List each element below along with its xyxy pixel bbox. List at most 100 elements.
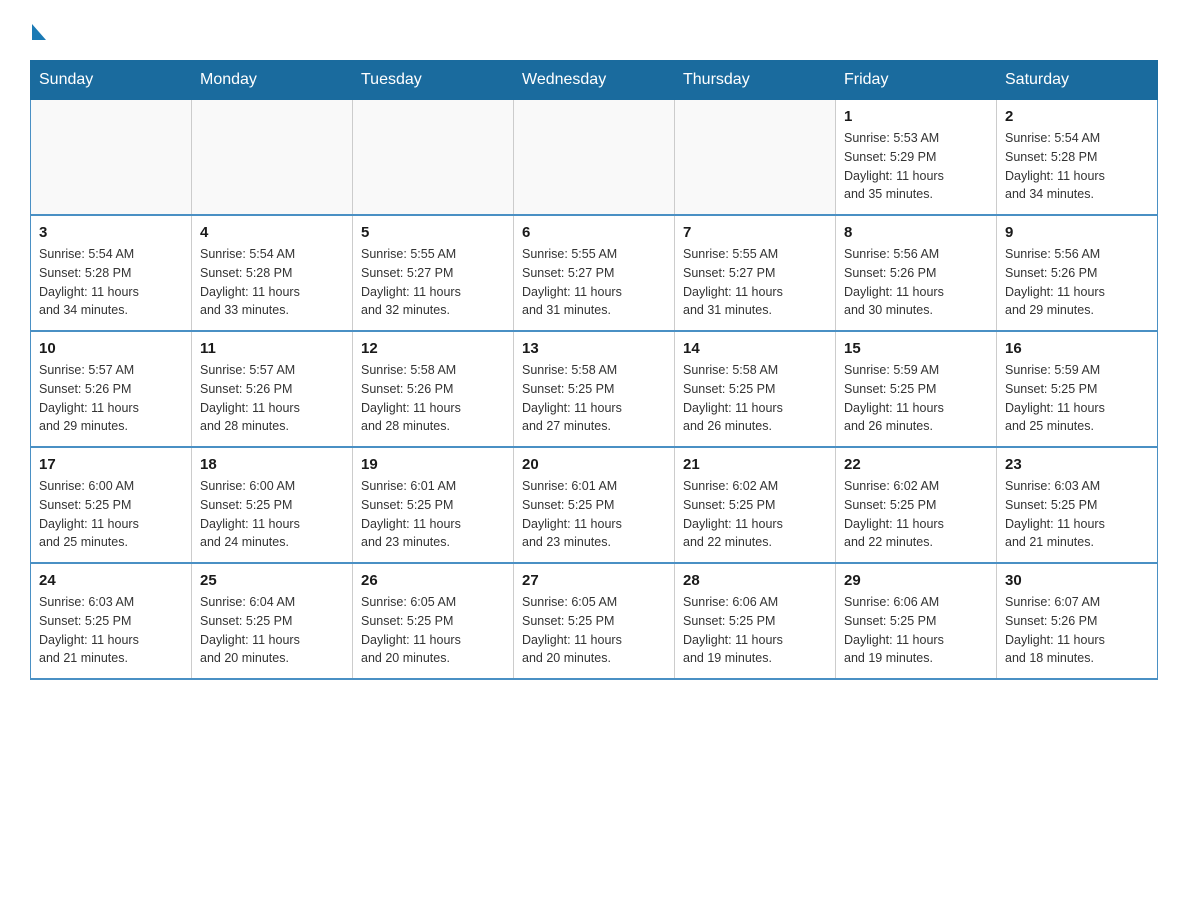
weekday-header-saturday: Saturday — [997, 61, 1158, 100]
day-cell: 7 Sunrise: 5:55 AM Sunset: 5:27 PM Daylig… — [675, 215, 836, 331]
day-number: 22 — [844, 456, 988, 473]
week-row-5: 24 Sunrise: 6:03 AM Sunset: 5:25 PM Dayli… — [31, 563, 1158, 679]
day-number: 17 — [39, 456, 183, 473]
day-cell: 23Sunrise: 6:03 AM Sunset: 5:25 PM Dayli… — [997, 447, 1158, 563]
day-cell: 27Sunrise: 6:05 AM Sunset: 5:25 PM Dayli… — [514, 563, 675, 679]
day-cell: 8 Sunrise: 5:56 AM Sunset: 5:26 PM Daylig… — [836, 215, 997, 331]
day-number: 6 — [522, 224, 666, 241]
day-number: 7 — [683, 224, 827, 241]
day-number: 11 — [200, 340, 344, 357]
day-info: Sunrise: 6:02 AM Sunset: 5:25 PM Dayligh… — [844, 477, 988, 552]
day-number: 30 — [1005, 572, 1149, 589]
day-cell: 11 Sunrise: 5:57 AM Sunset: 5:26 PM Dayli… — [192, 331, 353, 447]
day-number: 10 — [39, 340, 183, 357]
day-info: Sunrise: 5:58 AM Sunset: 5:25 PM Dayligh… — [683, 361, 827, 436]
day-info: Sunrise: 6:07 AM Sunset: 5:26 PM Dayligh… — [1005, 593, 1149, 668]
day-info: Sunrise: 6:03 AM Sunset: 5:25 PM Dayligh… — [1005, 477, 1149, 552]
day-info: Sunrise: 6:01 AM Sunset: 5:25 PM Dayligh… — [361, 477, 505, 552]
weekday-header-friday: Friday — [836, 61, 997, 100]
calendar-table: SundayMondayTuesdayWednesdayThursdayFrid… — [30, 60, 1158, 680]
day-info: Sunrise: 5:54 AM Sunset: 5:28 PM Dayligh… — [1005, 129, 1149, 204]
week-row-1: 1 Sunrise: 5:53 AM Sunset: 5:29 PM Daylig… — [31, 100, 1158, 216]
day-number: 1 — [844, 108, 988, 125]
day-cell: 29 Sunrise: 6:06 AM Sunset: 5:25 PM Dayli… — [836, 563, 997, 679]
day-cell: 18 Sunrise: 6:00 AM Sunset: 5:25 PM Dayli… — [192, 447, 353, 563]
day-info: Sunrise: 5:56 AM Sunset: 5:26 PM Dayligh… — [1005, 245, 1149, 320]
day-cell: 28 Sunrise: 6:06 AM Sunset: 5:25 PM Dayli… — [675, 563, 836, 679]
day-info: Sunrise: 5:56 AM Sunset: 5:26 PM Dayligh… — [844, 245, 988, 320]
day-info: Sunrise: 6:06 AM Sunset: 5:25 PM Dayligh… — [844, 593, 988, 668]
weekday-header-monday: Monday — [192, 61, 353, 100]
day-info: Sunrise: 6:03 AM Sunset: 5:25 PM Dayligh… — [39, 593, 183, 668]
day-number: 28 — [683, 572, 827, 589]
day-cell: 25 Sunrise: 6:04 AM Sunset: 5:25 PM Dayli… — [192, 563, 353, 679]
week-row-4: 17 Sunrise: 6:00 AM Sunset: 5:25 PM Dayli… — [31, 447, 1158, 563]
day-info: Sunrise: 5:54 AM Sunset: 5:28 PM Dayligh… — [200, 245, 344, 320]
day-cell: 1 Sunrise: 5:53 AM Sunset: 5:29 PM Daylig… — [836, 100, 997, 216]
day-cell: 4 Sunrise: 5:54 AM Sunset: 5:28 PM Daylig… — [192, 215, 353, 331]
day-number: 9 — [1005, 224, 1149, 241]
day-cell: 10 Sunrise: 5:57 AM Sunset: 5:26 PM Dayli… — [31, 331, 192, 447]
day-cell: 2 Sunrise: 5:54 AM Sunset: 5:28 PM Daylig… — [997, 100, 1158, 216]
header — [30, 20, 1158, 40]
day-number: 21 — [683, 456, 827, 473]
day-cell: 21 Sunrise: 6:02 AM Sunset: 5:25 PM Dayli… — [675, 447, 836, 563]
day-number: 15 — [844, 340, 988, 357]
day-info: Sunrise: 6:06 AM Sunset: 5:25 PM Dayligh… — [683, 593, 827, 668]
day-info: Sunrise: 6:05 AM Sunset: 5:25 PM Dayligh… — [522, 593, 666, 668]
day-number: 29 — [844, 572, 988, 589]
logo — [30, 20, 46, 40]
day-cell: 6 Sunrise: 5:55 AM Sunset: 5:27 PM Daylig… — [514, 215, 675, 331]
day-info: Sunrise: 5:57 AM Sunset: 5:26 PM Dayligh… — [39, 361, 183, 436]
day-number: 19 — [361, 456, 505, 473]
day-cell — [675, 100, 836, 216]
day-number: 16 — [1005, 340, 1149, 357]
day-info: Sunrise: 6:05 AM Sunset: 5:25 PM Dayligh… — [361, 593, 505, 668]
day-info: Sunrise: 6:01 AM Sunset: 5:25 PM Dayligh… — [522, 477, 666, 552]
day-info: Sunrise: 5:58 AM Sunset: 5:25 PM Dayligh… — [522, 361, 666, 436]
day-number: 4 — [200, 224, 344, 241]
week-row-2: 3 Sunrise: 5:54 AM Sunset: 5:28 PM Daylig… — [31, 215, 1158, 331]
day-number: 25 — [200, 572, 344, 589]
day-number: 5 — [361, 224, 505, 241]
day-cell: 24 Sunrise: 6:03 AM Sunset: 5:25 PM Dayli… — [31, 563, 192, 679]
day-info: Sunrise: 5:55 AM Sunset: 5:27 PM Dayligh… — [683, 245, 827, 320]
day-number: 3 — [39, 224, 183, 241]
day-cell: 9 Sunrise: 5:56 AM Sunset: 5:26 PM Daylig… — [997, 215, 1158, 331]
day-cell — [514, 100, 675, 216]
day-cell — [353, 100, 514, 216]
day-number: 14 — [683, 340, 827, 357]
day-number: 8 — [844, 224, 988, 241]
day-info: Sunrise: 6:04 AM Sunset: 5:25 PM Dayligh… — [200, 593, 344, 668]
day-cell: 15 Sunrise: 5:59 AM Sunset: 5:25 PM Dayli… — [836, 331, 997, 447]
weekday-header-sunday: Sunday — [31, 61, 192, 100]
day-number: 18 — [200, 456, 344, 473]
day-cell — [31, 100, 192, 216]
day-info: Sunrise: 5:53 AM Sunset: 5:29 PM Dayligh… — [844, 129, 988, 204]
logo-arrow-icon — [32, 24, 46, 40]
day-number: 20 — [522, 456, 666, 473]
weekday-header-tuesday: Tuesday — [353, 61, 514, 100]
day-cell: 19 Sunrise: 6:01 AM Sunset: 5:25 PM Dayli… — [353, 447, 514, 563]
day-cell: 22 Sunrise: 6:02 AM Sunset: 5:25 PM Dayli… — [836, 447, 997, 563]
day-cell: 30 Sunrise: 6:07 AM Sunset: 5:26 PM Dayli… — [997, 563, 1158, 679]
day-info: Sunrise: 5:57 AM Sunset: 5:26 PM Dayligh… — [200, 361, 344, 436]
day-info: Sunrise: 5:55 AM Sunset: 5:27 PM Dayligh… — [522, 245, 666, 320]
day-info: Sunrise: 6:00 AM Sunset: 5:25 PM Dayligh… — [39, 477, 183, 552]
day-number: 2 — [1005, 108, 1149, 125]
day-number: 26 — [361, 572, 505, 589]
weekday-header-row: SundayMondayTuesdayWednesdayThursdayFrid… — [31, 61, 1158, 100]
day-number: 13 — [522, 340, 666, 357]
day-cell: 12Sunrise: 5:58 AM Sunset: 5:26 PM Dayli… — [353, 331, 514, 447]
day-number: 12 — [361, 340, 505, 357]
day-number: 24 — [39, 572, 183, 589]
day-cell: 13 Sunrise: 5:58 AM Sunset: 5:25 PM Dayli… — [514, 331, 675, 447]
day-cell — [192, 100, 353, 216]
week-row-3: 10 Sunrise: 5:57 AM Sunset: 5:26 PM Dayli… — [31, 331, 1158, 447]
day-info: Sunrise: 5:59 AM Sunset: 5:25 PM Dayligh… — [844, 361, 988, 436]
day-info: Sunrise: 6:00 AM Sunset: 5:25 PM Dayligh… — [200, 477, 344, 552]
day-info: Sunrise: 6:02 AM Sunset: 5:25 PM Dayligh… — [683, 477, 827, 552]
day-cell: 5 Sunrise: 5:55 AM Sunset: 5:27 PM Daylig… — [353, 215, 514, 331]
day-info: Sunrise: 5:55 AM Sunset: 5:27 PM Dayligh… — [361, 245, 505, 320]
day-info: Sunrise: 5:54 AM Sunset: 5:28 PM Dayligh… — [39, 245, 183, 320]
